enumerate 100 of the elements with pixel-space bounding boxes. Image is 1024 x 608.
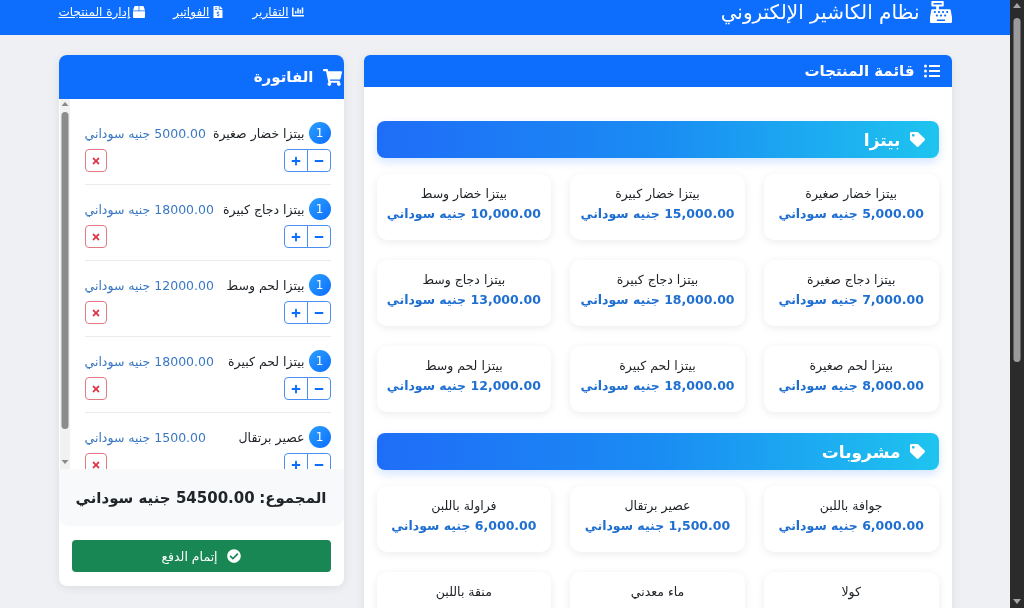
quantity-badge: 1 xyxy=(308,122,331,144)
product-price: 6,000.00 جنيه سوداني xyxy=(391,518,537,533)
product-card[interactable]: بيتزا خضار كبيرة 15,000.00 جنيه سوداني xyxy=(570,174,745,240)
app-title: نظام الكاشير الإلكتروني xyxy=(720,0,920,24)
category-name: بيتزا xyxy=(863,129,901,150)
item-price: 18000.00 جنيه سوداني xyxy=(84,201,214,217)
plus-icon xyxy=(290,383,301,394)
increase-button[interactable] xyxy=(283,301,308,324)
product-name: بيتزا خضار كبيرة xyxy=(615,186,700,201)
total-label: المجموع: xyxy=(259,488,327,507)
product-price: 18,000.00 جنيه سوداني xyxy=(580,292,735,307)
product-price: 7,000.00 جنيه سوداني xyxy=(778,292,924,307)
decrease-button[interactable] xyxy=(306,225,331,248)
product-name: عصير برتقال xyxy=(624,498,691,513)
decrease-button[interactable] xyxy=(306,453,331,469)
product-card[interactable]: بيتزا دجاج كبيرة 18,000.00 جنيه سوداني xyxy=(570,260,745,326)
product-name: بيتزا لحم كبيرة xyxy=(619,358,696,373)
increase-button[interactable] xyxy=(283,225,308,248)
product-card[interactable]: عصير برتقال 1,500.00 جنيه سوداني xyxy=(570,486,745,552)
product-card[interactable]: منقة باللبن xyxy=(376,572,552,608)
remove-button[interactable] xyxy=(84,149,107,172)
close-icon xyxy=(90,307,101,318)
close-icon xyxy=(90,155,101,166)
remove-button[interactable] xyxy=(84,377,107,400)
product-card[interactable]: ماء معدني xyxy=(570,572,745,608)
item-name: بيتزا لحم كبيرة xyxy=(228,353,305,369)
list-icon xyxy=(923,63,940,79)
product-card[interactable]: كولا xyxy=(763,572,939,608)
product-name: بيتزا خضار صغيرة xyxy=(805,186,897,201)
product-name: منقة باللبن xyxy=(435,584,492,599)
product-card[interactable]: بيتزا خضار وسط 10,000.00 جنيه سوداني xyxy=(376,174,552,240)
cash-register-icon xyxy=(929,1,952,23)
product-card[interactable]: بيتزا لحم وسط 12,000.00 جنيه سوداني xyxy=(376,346,552,412)
product-card[interactable]: بيتزا دجاج وسط 13,000.00 جنيه سوداني xyxy=(376,260,552,326)
quantity-badge: 1 xyxy=(308,426,331,448)
tag-icon xyxy=(909,444,925,459)
nav-link[interactable]: الفواتير xyxy=(173,5,225,19)
product-name: ماء معدني xyxy=(630,584,685,599)
increase-button[interactable] xyxy=(283,149,308,172)
remove-button[interactable] xyxy=(84,301,107,324)
plus-icon xyxy=(290,231,301,242)
panel-title: قائمة المنتجات xyxy=(804,62,915,80)
product-card[interactable]: بيتزا خضار صغيرة 5,000.00 جنيه سوداني xyxy=(763,174,939,240)
increase-button[interactable] xyxy=(283,377,308,400)
quantity-badge: 1 xyxy=(308,350,331,372)
item-name: بيتزا دجاج كبيرة xyxy=(223,201,305,217)
plus-icon xyxy=(290,307,301,318)
product-card[interactable]: بيتزا لحم كبيرة 18,000.00 جنيه سوداني xyxy=(570,346,745,412)
product-price: 13,000.00 جنيه سوداني xyxy=(386,292,541,307)
product-name: بيتزا خضار وسط xyxy=(420,186,507,201)
plus-icon xyxy=(290,155,301,166)
decrease-button[interactable] xyxy=(306,377,331,400)
product-card[interactable]: جوافة باللبن 6,000.00 جنيه سوداني xyxy=(763,486,939,552)
product-price: 6,000.00 جنيه سوداني xyxy=(778,518,924,533)
bar-chart-icon xyxy=(291,6,304,18)
item-price: 18000.00 جنيه سوداني xyxy=(84,353,214,369)
scrollbar[interactable] xyxy=(59,99,70,469)
product-name: جوافة باللبن xyxy=(819,498,883,513)
pay-button[interactable]: إتمام الدفع xyxy=(71,540,331,572)
decrease-button[interactable] xyxy=(306,301,331,324)
nav-link[interactable]: التقارير xyxy=(252,5,304,19)
increase-button[interactable] xyxy=(283,453,308,469)
remove-button[interactable] xyxy=(84,453,107,469)
product-name: كولا xyxy=(841,584,861,599)
close-icon xyxy=(90,231,101,242)
tag-icon xyxy=(909,132,925,147)
document-icon xyxy=(212,6,225,18)
product-price: 15,000.00 جنيه سوداني xyxy=(580,206,735,221)
product-price: 10,000.00 جنيه سوداني xyxy=(386,206,541,221)
close-icon xyxy=(90,383,101,394)
item-price: 5000.00 جنيه سوداني xyxy=(84,125,206,141)
quantity-badge: 1 xyxy=(308,274,331,296)
panel-title: الفاتورة xyxy=(253,68,314,86)
product-price: 8,000.00 جنيه سوداني xyxy=(778,378,924,393)
plus-icon xyxy=(290,459,301,469)
product-price: 12,000.00 جنيه سوداني xyxy=(386,378,541,393)
product-name: بيتزا لحم وسط xyxy=(424,358,503,373)
product-price: 18,000.00 جنيه سوداني xyxy=(580,378,735,393)
quantity-badge: 1 xyxy=(308,198,331,220)
product-price: 5,000.00 جنيه سوداني xyxy=(778,206,924,221)
total-amount: 54500.00 جنيه سوداني xyxy=(75,488,255,507)
remove-button[interactable] xyxy=(84,225,107,248)
product-name: بيتزا دجاج كبيرة xyxy=(616,272,699,287)
category-name: مشروبات xyxy=(821,441,901,462)
item-name: عصير برتقال xyxy=(238,429,305,445)
item-price: 1500.00 جنيه سوداني xyxy=(84,429,206,445)
product-name: بيتزا دجاج وسط xyxy=(422,272,506,287)
product-card[interactable]: فراولة باللبن 6,000.00 جنيه سوداني xyxy=(376,486,552,552)
item-name: بيتزا لحم وسط xyxy=(226,277,305,293)
cart-icon xyxy=(322,67,342,87)
product-price: 1,500.00 جنيه سوداني xyxy=(584,518,731,533)
product-name: بيتزا لحم صغيرة xyxy=(809,358,893,373)
decrease-button[interactable] xyxy=(306,149,331,172)
box-icon xyxy=(133,6,146,18)
scrollbar[interactable] xyxy=(1010,0,1024,608)
close-icon xyxy=(90,459,101,469)
nav-link[interactable]: إدارة المنتجات xyxy=(58,5,146,19)
item-name: بيتزا خضار صغيرة xyxy=(212,125,305,141)
product-card[interactable]: بيتزا دجاج صغيرة 7,000.00 جنيه سوداني xyxy=(763,260,939,326)
product-card[interactable]: بيتزا لحم صغيرة 8,000.00 جنيه سوداني xyxy=(763,346,939,412)
